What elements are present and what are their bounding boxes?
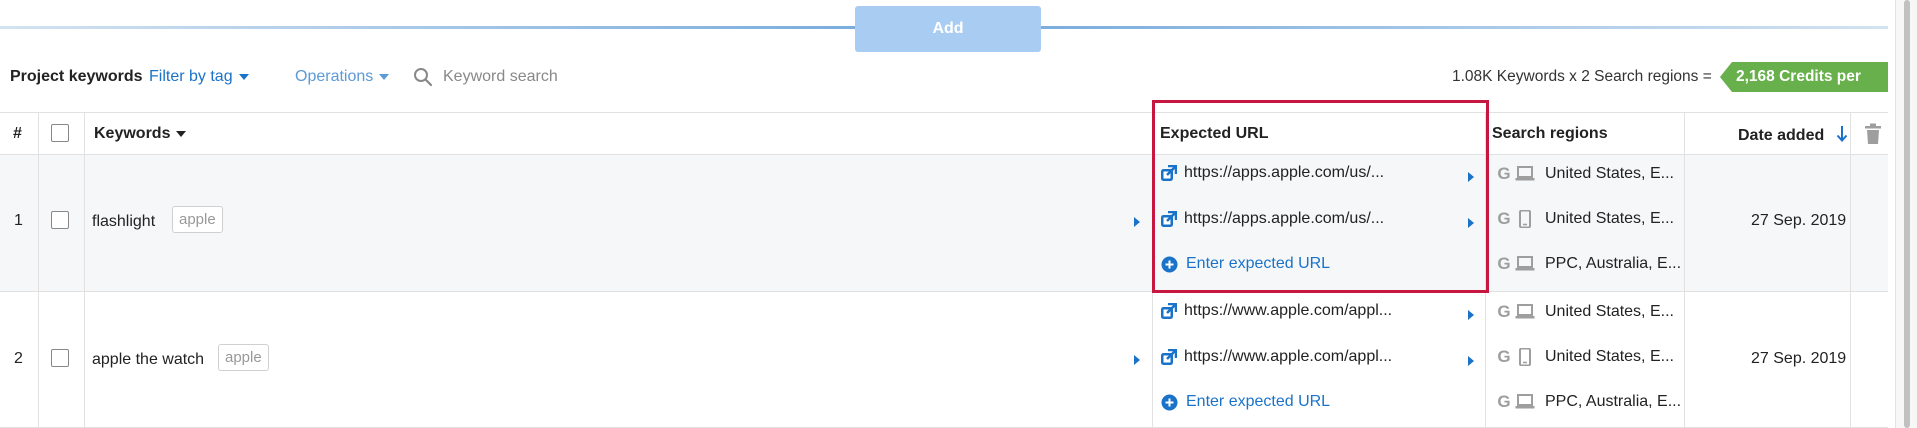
expected-url-text: https://www.apple.com/appl... xyxy=(1184,348,1393,365)
expected-url-item[interactable]: https://apps.apple.com/us/... xyxy=(1160,210,1384,228)
search-region-item: G United States, E... xyxy=(1497,347,1674,367)
google-icon: G xyxy=(1497,209,1511,228)
google-icon: G xyxy=(1497,392,1511,411)
expected-url-item[interactable]: https://www.apple.com/appl... xyxy=(1160,348,1392,366)
row-checkbox[interactable] xyxy=(51,349,69,367)
expected-url-text: https://apps.apple.com/us/... xyxy=(1184,210,1385,227)
keywords-summary: 1.08K Keywords x 2 Search regions = xyxy=(1452,68,1712,85)
sort-desc-icon xyxy=(1836,126,1847,142)
keyword-search-input[interactable] xyxy=(443,64,703,90)
divider xyxy=(0,154,1888,155)
google-icon: G xyxy=(1497,347,1511,366)
search-region-text: United States, E... xyxy=(1545,165,1674,182)
divider xyxy=(0,112,1888,113)
filter-by-tag-label: Filter by tag xyxy=(149,68,233,85)
search-region-item: G PPC, Australia, E... xyxy=(1497,254,1681,274)
vertical-scrollbar[interactable] xyxy=(1895,0,1917,428)
plus-circle-icon xyxy=(1161,394,1178,410)
mobile-icon xyxy=(1519,210,1531,228)
divider xyxy=(0,291,1888,292)
row-number: 2 xyxy=(14,350,23,367)
caret-right-icon[interactable] xyxy=(1468,356,1474,366)
add-button[interactable]: Add xyxy=(855,6,1041,52)
mobile-icon xyxy=(1519,348,1531,366)
expected-url-item[interactable]: https://apps.apple.com/us/... xyxy=(1160,164,1384,182)
google-icon: G xyxy=(1497,302,1511,321)
search-region-text: United States, E... xyxy=(1545,303,1674,320)
operations-dropdown[interactable]: Operations xyxy=(295,68,390,86)
project-keywords-title: Project keywords xyxy=(10,68,143,85)
external-link-icon xyxy=(1161,210,1177,227)
chevron-down-icon xyxy=(176,130,187,137)
enter-expected-url-link[interactable]: Enter expected URL xyxy=(1161,255,1330,273)
keyword-text: flashlight xyxy=(92,213,156,230)
external-link-icon xyxy=(1161,164,1177,181)
scrollbar-thumb[interactable] xyxy=(1904,0,1910,428)
external-link-icon xyxy=(1161,348,1177,365)
divider xyxy=(1684,112,1685,428)
keyword-text: apple the watch xyxy=(92,351,205,368)
search-icon xyxy=(414,68,433,87)
keyword-tag[interactable]: apple xyxy=(218,344,269,371)
top-bar: Add xyxy=(0,0,1888,52)
row-checkbox[interactable] xyxy=(51,211,69,229)
operations-label: Operations xyxy=(295,68,374,85)
enter-expected-url-label: Enter expected URL xyxy=(1186,393,1331,410)
date-added-value: 27 Sep. 2019 xyxy=(1751,212,1847,229)
expected-url-item[interactable]: https://www.apple.com/appl... xyxy=(1160,302,1392,320)
desktop-icon xyxy=(1515,394,1535,409)
caret-right-icon[interactable] xyxy=(1134,217,1140,227)
desktop-icon xyxy=(1515,166,1535,181)
column-header-date-added[interactable]: Date added xyxy=(1738,125,1849,145)
column-header-number: # xyxy=(13,125,22,142)
search-region-text: United States, E... xyxy=(1545,210,1674,227)
caret-right-icon[interactable] xyxy=(1134,355,1140,365)
divider xyxy=(38,112,39,428)
expected-url-text: https://apps.apple.com/us/... xyxy=(1184,164,1385,181)
keywords-toolbar: Project keywords Filter by tag Operation… xyxy=(0,62,1888,92)
google-icon: G xyxy=(1497,164,1511,183)
credits-badge: 2,168 Credits per day xyxy=(1720,62,1888,92)
keywords-header-label: Keywords xyxy=(94,125,171,142)
date-added-header-label: Date added xyxy=(1738,127,1825,144)
search-region-text: PPC, Australia, E... xyxy=(1545,393,1682,410)
date-added-value: 27 Sep. 2019 xyxy=(1751,350,1847,367)
divider xyxy=(1850,112,1851,428)
column-header-expected-url: Expected URL xyxy=(1160,125,1269,142)
external-link-icon xyxy=(1161,302,1177,319)
plus-circle-icon xyxy=(1161,256,1178,272)
keyword-tag[interactable]: apple xyxy=(172,206,223,233)
caret-right-icon[interactable] xyxy=(1468,218,1474,228)
keywords-table: # Keywords Expected URL Search regions D… xyxy=(0,112,1888,428)
divider xyxy=(84,112,85,428)
desktop-icon xyxy=(1515,304,1535,319)
search-region-item: G United States, E... xyxy=(1497,209,1674,229)
divider xyxy=(1485,112,1486,428)
search-region-text: United States, E... xyxy=(1545,348,1674,365)
google-icon: G xyxy=(1497,254,1511,273)
divider xyxy=(1152,112,1153,428)
column-header-search-regions: Search regions xyxy=(1492,125,1608,142)
trash-icon[interactable] xyxy=(1864,123,1882,145)
chevron-down-icon xyxy=(379,73,390,80)
search-region-item: G United States, E... xyxy=(1497,302,1674,322)
search-region-item: G PPC, Australia, E... xyxy=(1497,392,1681,412)
caret-right-icon[interactable] xyxy=(1468,310,1474,320)
caret-right-icon[interactable] xyxy=(1468,172,1474,182)
enter-expected-url-label: Enter expected URL xyxy=(1186,255,1331,272)
search-region-item: G United States, E... xyxy=(1497,164,1674,184)
row-number: 1 xyxy=(14,212,23,229)
filter-by-tag-dropdown[interactable]: Filter by tag xyxy=(149,68,249,86)
column-header-keywords[interactable]: Keywords xyxy=(94,125,187,143)
desktop-icon xyxy=(1515,256,1535,271)
expected-url-text: https://www.apple.com/appl... xyxy=(1184,302,1393,319)
select-all-checkbox[interactable] xyxy=(51,124,69,142)
search-region-text: PPC, Australia, E... xyxy=(1545,255,1682,272)
enter-expected-url-link[interactable]: Enter expected URL xyxy=(1161,393,1330,411)
chevron-down-icon xyxy=(238,73,249,80)
